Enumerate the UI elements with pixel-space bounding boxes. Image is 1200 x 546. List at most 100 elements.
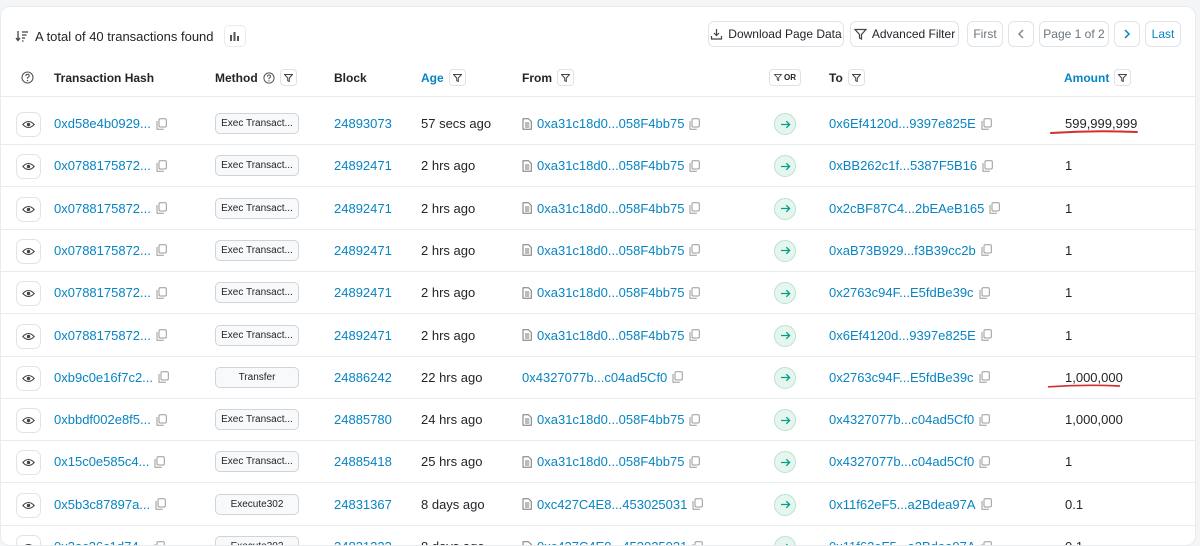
from-address-link[interactable]: 0xa31c18d0...058F4bb75 <box>537 454 684 469</box>
tx-hash-link[interactable]: 0x0788175872... <box>54 201 151 216</box>
advanced-filter-button[interactable]: Advanced Filter <box>850 21 959 47</box>
view-details-button[interactable] <box>16 450 41 475</box>
copy-icon[interactable] <box>156 287 167 299</box>
to-address-link[interactable]: 0x2763c94F...E5fdBe39c <box>829 370 974 385</box>
copy-icon[interactable] <box>692 498 703 510</box>
from-address-link[interactable]: 0xa31c18d0...058F4bb75 <box>537 116 684 131</box>
download-page-data-button[interactable]: Download Page Data <box>708 21 844 47</box>
copy-icon[interactable] <box>981 498 992 510</box>
to-address-link[interactable]: 0xaB73B929...f3B39cc2b <box>829 243 976 258</box>
view-details-button[interactable] <box>16 493 41 518</box>
or-filter-toggle[interactable]: OR <box>769 69 801 86</box>
to-address-link[interactable]: 0x2cBF87C4...2bEAeB165 <box>829 201 984 216</box>
block-link[interactable]: 24885418 <box>334 454 392 469</box>
tx-hash-link[interactable]: 0x0788175872... <box>54 243 151 258</box>
tx-hash-link[interactable]: 0xbbdf002e8f5... <box>54 412 151 427</box>
next-page-button[interactable] <box>1114 21 1140 47</box>
from-address-link[interactable]: 0xc427C4E8...453025031 <box>537 497 687 512</box>
copy-icon[interactable] <box>689 287 700 299</box>
copy-icon[interactable] <box>156 244 167 256</box>
copy-icon[interactable] <box>689 414 700 426</box>
copy-icon[interactable] <box>981 541 992 546</box>
info-column-header[interactable] <box>21 71 34 84</box>
copy-icon[interactable] <box>689 202 700 214</box>
copy-icon[interactable] <box>156 329 167 341</box>
copy-icon[interactable] <box>689 118 700 130</box>
view-details-button[interactable] <box>16 366 41 391</box>
to-address-link[interactable]: 0x11f62eF5...a2Bdea97A <box>829 539 976 546</box>
tx-hash-link[interactable]: 0x0788175872... <box>54 328 151 343</box>
block-link[interactable]: 24892471 <box>334 243 392 258</box>
block-link[interactable]: 24885780 <box>334 412 392 427</box>
from-filter-button[interactable] <box>557 69 574 86</box>
view-details-button[interactable] <box>16 408 41 433</box>
tx-hash-link[interactable]: 0x0788175872... <box>54 285 151 300</box>
last-page-button[interactable]: Last <box>1145 21 1181 47</box>
block-link[interactable]: 24892471 <box>334 328 392 343</box>
from-address-link[interactable]: 0xa31c18d0...058F4bb75 <box>537 201 684 216</box>
method-info-icon[interactable] <box>263 72 275 84</box>
block-link[interactable]: 24892471 <box>334 158 392 173</box>
block-link[interactable]: 24893073 <box>334 116 392 131</box>
from-address-link[interactable]: 0xc427C4E8...453025031 <box>537 539 687 546</box>
tx-hash-link[interactable]: 0xd58e4b0929... <box>54 116 151 131</box>
copy-icon[interactable] <box>154 456 165 468</box>
copy-icon[interactable] <box>981 118 992 130</box>
copy-icon[interactable] <box>979 287 990 299</box>
to-address-link[interactable]: 0xBB262c1f...5387F5B16 <box>829 158 977 173</box>
tx-hash-link[interactable]: 0x0788175872... <box>54 158 151 173</box>
tx-hash-link[interactable]: 0x3ac36c1d74... <box>54 539 149 546</box>
copy-icon[interactable] <box>979 371 990 383</box>
amount-filter-button[interactable] <box>1114 69 1131 86</box>
age-column-header[interactable]: Age <box>421 69 466 86</box>
view-details-button[interactable] <box>16 281 41 306</box>
sort-descending-icon[interactable] <box>15 29 29 43</box>
from-address-link[interactable]: 0xa31c18d0...058F4bb75 <box>537 328 684 343</box>
from-address-link[interactable]: 0xa31c18d0...058F4bb75 <box>537 412 684 427</box>
copy-icon[interactable] <box>979 456 990 468</box>
copy-icon[interactable] <box>156 414 167 426</box>
from-address-link[interactable]: 0xa31c18d0...058F4bb75 <box>537 243 684 258</box>
copy-icon[interactable] <box>982 160 993 172</box>
copy-icon[interactable] <box>689 160 700 172</box>
previous-page-button[interactable] <box>1008 21 1034 47</box>
view-details-button[interactable] <box>16 324 41 349</box>
to-address-link[interactable]: 0x4327077b...c04ad5Cf0 <box>829 412 974 427</box>
block-link[interactable]: 24831367 <box>334 497 392 512</box>
tx-hash-link[interactable]: 0x5b3c87897a... <box>54 497 150 512</box>
copy-icon[interactable] <box>156 160 167 172</box>
from-address-link[interactable]: 0xa31c18d0...058F4bb75 <box>537 158 684 173</box>
to-address-link[interactable]: 0x2763c94F...E5fdBe39c <box>829 285 974 300</box>
view-details-button[interactable] <box>16 535 41 546</box>
copy-icon[interactable] <box>156 118 167 130</box>
first-page-button[interactable]: First <box>967 21 1003 47</box>
to-filter-button[interactable] <box>848 69 865 86</box>
age-filter-button[interactable] <box>449 69 466 86</box>
to-address-link[interactable]: 0x4327077b...c04ad5Cf0 <box>829 454 974 469</box>
view-details-button[interactable] <box>16 112 41 137</box>
copy-icon[interactable] <box>158 371 169 383</box>
block-link[interactable]: 24892471 <box>334 201 392 216</box>
copy-icon[interactable] <box>689 329 700 341</box>
copy-icon[interactable] <box>981 244 992 256</box>
copy-icon[interactable] <box>154 541 165 546</box>
copy-icon[interactable] <box>689 456 700 468</box>
to-address-link[interactable]: 0x6Ef4120d...9397e825E <box>829 116 976 131</box>
copy-icon[interactable] <box>692 541 703 546</box>
view-details-button[interactable] <box>16 154 41 179</box>
copy-icon[interactable] <box>979 414 990 426</box>
amount-column-header[interactable]: Amount <box>1064 69 1131 86</box>
copy-icon[interactable] <box>689 244 700 256</box>
from-address-link[interactable]: 0x4327077b...c04ad5Cf0 <box>522 370 667 385</box>
copy-icon[interactable] <box>155 498 166 510</box>
block-link[interactable]: 24886242 <box>334 370 392 385</box>
block-link[interactable]: 24831223 <box>334 539 392 546</box>
copy-icon[interactable] <box>156 202 167 214</box>
copy-icon[interactable] <box>989 202 1000 214</box>
tx-hash-link[interactable]: 0x15c0e585c4... <box>54 454 149 469</box>
method-filter-button[interactable] <box>280 69 297 86</box>
view-details-button[interactable] <box>16 239 41 264</box>
block-link[interactable]: 24892471 <box>334 285 392 300</box>
copy-icon[interactable] <box>672 371 683 383</box>
to-address-link[interactable]: 0x6Ef4120d...9397e825E <box>829 328 976 343</box>
